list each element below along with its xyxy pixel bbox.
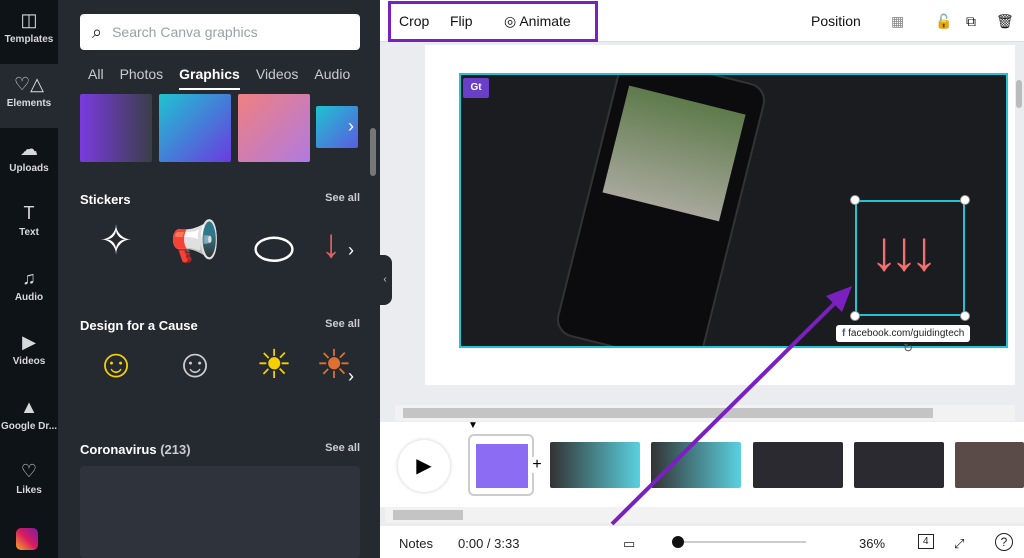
annotation-arrow <box>610 286 852 526</box>
